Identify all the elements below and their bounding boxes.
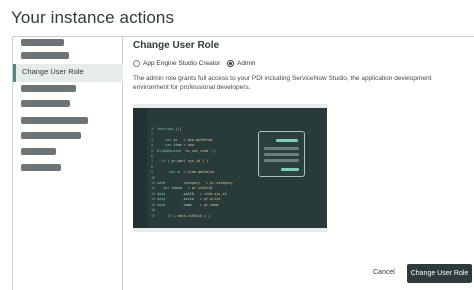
sidebar-item-5[interactable] — [21, 100, 70, 107]
sidebar-item-9[interactable] — [21, 164, 61, 171]
sidebar-item-change-user-role[interactable]: Change User Role — [13, 64, 123, 82]
widget-card-illustration — [258, 131, 305, 177]
radio-app-engine-studio-creator[interactable] — [133, 59, 140, 67]
cancel-button[interactable]: Cancel — [373, 269, 395, 276]
sidebar-item-8[interactable] — [21, 148, 56, 155]
studio-preview-image: 1 function (){ 2 3 var gr = $sp.getParam… — [133, 104, 327, 232]
sidebar-item-label: Change User Role — [22, 67, 84, 76]
sidebar-item-1[interactable] — [21, 39, 64, 46]
instance-actions-panel: Change User Role Change User Role App En… — [12, 36, 474, 290]
radio-admin[interactable] — [227, 59, 234, 67]
sidebar: Change User Role — [13, 37, 123, 290]
page-title: Your instance actions — [11, 8, 175, 27]
radio-label: Admin — [237, 59, 256, 67]
radio-label: App Engine Studio Creator — [143, 59, 221, 67]
dialog-heading: Change User Role — [133, 40, 220, 51]
option-app-engine-studio-creator[interactable]: App Engine Studio Creator — [133, 58, 220, 68]
change-user-role-button[interactable]: Change User Role — [407, 264, 472, 283]
sidebar-item-2[interactable] — [21, 52, 69, 59]
sidebar-item-4[interactable] — [21, 85, 76, 92]
option-admin[interactable]: Admin — [227, 58, 255, 68]
sidebar-item-7[interactable] — [21, 132, 81, 139]
code-illustration: 1 function (){ 2 3 var gr = $sp.getParam… — [151, 127, 233, 218]
role-description: The admin role grants full access to you… — [133, 75, 432, 91]
sidebar-item-6[interactable] — [21, 117, 88, 124]
editor-gutter — [133, 108, 147, 228]
change-user-role-dialog: Change User Role App Engine Studio Creat… — [133, 37, 473, 290]
